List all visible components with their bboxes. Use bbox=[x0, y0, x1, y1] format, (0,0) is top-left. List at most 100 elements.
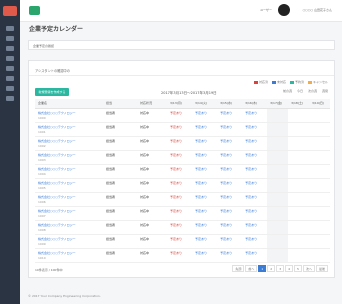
page-link[interactable]: 4 bbox=[285, 265, 294, 272]
slot-entry[interactable]: 予定あり bbox=[195, 251, 207, 255]
slot-cell[interactable] bbox=[288, 150, 309, 165]
slot-cell[interactable]: 予定あり bbox=[167, 206, 193, 221]
company-link[interactable]: 株式会社○○○テクノロジー bbox=[38, 111, 100, 115]
slot-entry[interactable]: 予定あり bbox=[170, 223, 182, 227]
slot-cell[interactable]: 予定あり bbox=[242, 178, 268, 193]
slot-cell[interactable]: 予定あり bbox=[192, 234, 218, 249]
avatar[interactable] bbox=[278, 4, 290, 16]
company-link[interactable]: 株式会社○○○テクノロジー bbox=[38, 153, 100, 157]
slot-cell[interactable]: 予定あり bbox=[217, 136, 243, 151]
slot-cell[interactable] bbox=[309, 136, 330, 151]
user-icon[interactable] bbox=[6, 66, 14, 71]
slot-entry[interactable]: 予定あり bbox=[220, 167, 232, 171]
page-link[interactable]: 3 bbox=[276, 265, 285, 272]
slot-cell[interactable]: 予定あり bbox=[242, 192, 268, 207]
slot-entry[interactable]: 予定あり bbox=[245, 153, 257, 157]
slot-cell[interactable] bbox=[309, 178, 330, 193]
company-link[interactable]: 株式会社○○○テクノロジー bbox=[38, 237, 100, 241]
slot-entry[interactable]: 予定あり bbox=[170, 125, 182, 129]
slot-entry[interactable]: 予定あり bbox=[195, 153, 207, 157]
company-link[interactable]: 株式会社○○○テクノロジー bbox=[38, 181, 100, 185]
prev-week-link[interactable]: 前の週 bbox=[283, 89, 292, 93]
slot-entry[interactable]: 予定あり bbox=[220, 111, 232, 115]
edit-icon[interactable] bbox=[6, 36, 14, 41]
slot-cell[interactable]: 予定あり bbox=[242, 122, 268, 137]
slot-cell[interactable] bbox=[267, 150, 289, 165]
slot-cell[interactable]: 予定あり bbox=[192, 178, 218, 193]
slot-entry[interactable]: 予定あり bbox=[245, 125, 257, 129]
slot-cell[interactable]: 予定あり bbox=[167, 234, 193, 249]
slot-cell[interactable]: 予定あり bbox=[242, 136, 268, 151]
slot-cell[interactable] bbox=[288, 234, 309, 249]
slot-cell[interactable] bbox=[309, 150, 330, 165]
slot-cell[interactable]: 予定あり bbox=[217, 122, 243, 137]
slot-cell[interactable]: 予定あり bbox=[192, 248, 218, 263]
slot-cell[interactable]: 予定あり bbox=[242, 108, 268, 123]
user-name[interactable]: ○○○○ 山田花子さん bbox=[303, 8, 332, 12]
slot-cell[interactable]: 予定あり bbox=[217, 164, 243, 179]
slot-cell[interactable] bbox=[309, 164, 330, 179]
slot-cell[interactable]: 予定あり bbox=[192, 136, 218, 151]
slot-entry[interactable]: 予定あり bbox=[195, 139, 207, 143]
slot-cell[interactable] bbox=[267, 248, 289, 263]
menu-toggle-icon[interactable] bbox=[29, 6, 40, 15]
slot-cell[interactable] bbox=[309, 108, 330, 123]
page-link[interactable]: 最後 bbox=[315, 265, 328, 272]
slot-entry[interactable]: 予定あり bbox=[195, 223, 207, 227]
slot-cell[interactable] bbox=[288, 178, 309, 193]
slot-cell[interactable]: 予定あり bbox=[217, 206, 243, 221]
slot-cell[interactable] bbox=[288, 164, 309, 179]
slot-entry[interactable]: 予定あり bbox=[195, 195, 207, 199]
breadcrumb-text[interactable]: 企業予定の確認 bbox=[33, 44, 54, 48]
slot-cell[interactable]: 予定あり bbox=[217, 192, 243, 207]
calendar-icon[interactable] bbox=[6, 46, 14, 51]
slot-cell[interactable]: 予定あり bbox=[167, 248, 193, 263]
slot-cell[interactable]: 予定あり bbox=[167, 122, 193, 137]
slot-cell[interactable] bbox=[267, 164, 289, 179]
page-link[interactable]: 次へ bbox=[302, 265, 315, 272]
page-link[interactable]: 先頭 bbox=[232, 265, 245, 272]
slot-entry[interactable]: 予定あり bbox=[170, 111, 182, 115]
week-view-link[interactable]: 週間 bbox=[322, 89, 328, 93]
slot-cell[interactable]: 予定あり bbox=[242, 248, 268, 263]
slot-cell[interactable]: 予定あり bbox=[242, 206, 268, 221]
company-link[interactable]: 株式会社○○○テクノロジー bbox=[38, 167, 100, 171]
slot-cell[interactable]: 予定あり bbox=[217, 220, 243, 235]
company-link[interactable]: 株式会社○○○テクノロジー bbox=[38, 195, 100, 199]
slot-cell[interactable]: 予定あり bbox=[217, 108, 243, 123]
slot-cell[interactable] bbox=[267, 220, 289, 235]
home-icon[interactable] bbox=[6, 26, 14, 31]
company-link[interactable]: 株式会社○○○テクノロジー bbox=[38, 223, 100, 227]
slot-cell[interactable] bbox=[267, 192, 289, 207]
slot-cell[interactable] bbox=[288, 192, 309, 207]
slot-cell[interactable] bbox=[288, 206, 309, 221]
slot-cell[interactable]: 予定あり bbox=[167, 178, 193, 193]
slot-entry[interactable]: 予定あり bbox=[195, 237, 207, 241]
slot-entry[interactable]: 予定あり bbox=[220, 223, 232, 227]
slot-cell[interactable] bbox=[309, 122, 330, 137]
page-link[interactable]: 前へ bbox=[245, 265, 258, 272]
company-link[interactable]: 株式会社○○○テクノロジー bbox=[38, 125, 100, 129]
slot-entry[interactable]: 予定あり bbox=[170, 153, 182, 157]
slot-cell[interactable] bbox=[288, 136, 309, 151]
slot-cell[interactable]: 予定あり bbox=[167, 150, 193, 165]
logout-icon[interactable] bbox=[6, 96, 14, 101]
slot-cell[interactable] bbox=[309, 220, 330, 235]
slot-entry[interactable]: 予定あり bbox=[170, 139, 182, 143]
slot-cell[interactable]: 予定あり bbox=[217, 178, 243, 193]
slot-entry[interactable]: 予定あり bbox=[195, 111, 207, 115]
slot-entry[interactable]: 予定あり bbox=[170, 195, 182, 199]
list-icon[interactable] bbox=[6, 56, 14, 61]
column-header[interactable]: 企業名 bbox=[35, 99, 103, 109]
slot-cell[interactable] bbox=[288, 220, 309, 235]
company-link[interactable]: 株式会社○○○テクノロジー bbox=[38, 139, 100, 143]
slot-cell[interactable]: 予定あり bbox=[167, 108, 193, 123]
slot-entry[interactable]: 予定あり bbox=[170, 209, 182, 213]
slot-cell[interactable] bbox=[288, 108, 309, 123]
slot-cell[interactable] bbox=[267, 136, 289, 151]
slot-cell[interactable]: 予定あり bbox=[242, 220, 268, 235]
page-link[interactable]: 1 bbox=[258, 265, 267, 272]
slot-entry[interactable]: 予定あり bbox=[220, 195, 232, 199]
slot-cell[interactable]: 予定あり bbox=[192, 192, 218, 207]
slot-cell[interactable]: 予定あり bbox=[217, 248, 243, 263]
